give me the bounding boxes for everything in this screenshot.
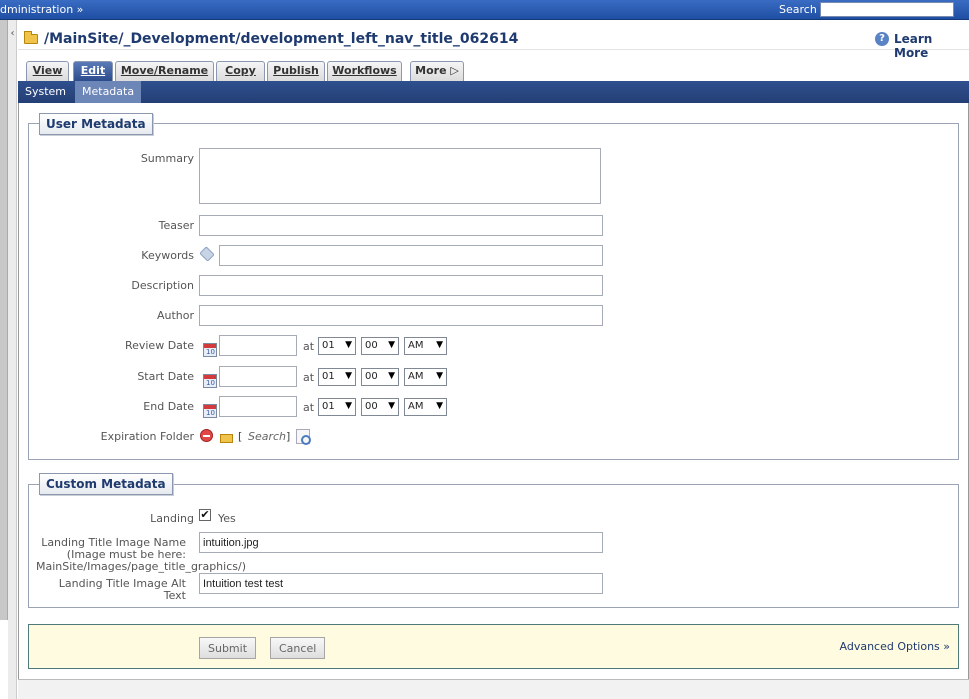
left-scrollbar[interactable] <box>0 20 8 620</box>
tab-view[interactable]: View <box>26 61 69 81</box>
folder-icon[interactable] <box>220 434 233 443</box>
review-date-input[interactable] <box>219 335 297 356</box>
bracket-close: ] <box>286 430 291 443</box>
browse-search-icon[interactable] <box>296 429 311 445</box>
teaser-input[interactable] <box>199 215 603 236</box>
start-ampm-select[interactable]: AM ▼ <box>404 368 447 386</box>
start-date-input[interactable] <box>219 366 297 387</box>
landing-label: Landing <box>150 512 194 525</box>
form-action-bar: Submit Cancel Advanced Options » <box>28 624 959 669</box>
summary-textarea[interactable] <box>199 148 601 204</box>
description-input[interactable] <box>199 275 603 296</box>
left-panel-edge <box>8 20 17 699</box>
bracket-open: [ <box>238 430 243 443</box>
end-hour-select[interactable]: 01 ▼ <box>318 398 356 416</box>
teaser-label: Teaser <box>158 219 194 232</box>
expiration-search-link[interactable]: Search <box>248 430 286 443</box>
search-label: Search <box>779 3 817 16</box>
keywords-label: Keywords <box>141 249 194 262</box>
custom-metadata-legend: Custom Metadata <box>39 473 173 495</box>
end-minute-select[interactable]: 00 ▼ <box>361 398 399 416</box>
start-date-label: Start Date <box>137 370 194 383</box>
start-minute-select[interactable]: 00 ▼ <box>361 368 399 386</box>
start-at-label: at <box>303 371 315 384</box>
asset-path-title: /MainSite/_Development/development_left_… <box>44 31 519 47</box>
learn-more-link[interactable]: Learn More <box>894 32 969 60</box>
landing-image-name-input[interactable] <box>199 532 603 553</box>
collapse-left-icon[interactable]: ‹ <box>8 28 17 39</box>
bottom-status-bar <box>18 679 969 699</box>
image-name-label-line3: MainSite/Images/page_title_graphics/) <box>36 560 246 573</box>
review-calendar-icon[interactable] <box>203 343 217 357</box>
sub-tab-bar: System Metadata <box>18 81 969 103</box>
tab-more[interactable]: More ▷ <box>410 61 464 81</box>
folder-icon <box>24 31 38 44</box>
summary-label: Summary <box>140 152 194 165</box>
review-ampm-select[interactable]: AM ▼ <box>404 337 447 355</box>
keywords-input[interactable] <box>219 245 603 266</box>
review-minute-select[interactable]: 00 ▼ <box>361 337 399 355</box>
landing-yes-label: Yes <box>218 512 236 525</box>
end-date-input[interactable] <box>219 396 297 417</box>
administration-menu[interactable]: dministration » <box>0 3 83 16</box>
start-hour-select[interactable]: 01 ▼ <box>318 368 356 386</box>
alt-text-label-line2: Text <box>163 589 186 602</box>
review-hour-select[interactable]: 01 ▼ <box>318 337 356 355</box>
asset-path-bar: /MainSite/_Development/development_left_… <box>18 22 969 60</box>
expiration-folder-label: Expiration Folder <box>100 430 194 443</box>
search-input[interactable] <box>820 2 954 17</box>
review-at-label: at <box>303 340 315 353</box>
tab-edit[interactable]: Edit <box>73 61 113 81</box>
end-calendar-icon[interactable] <box>203 404 217 418</box>
review-date-label: Review Date <box>124 339 194 352</box>
end-ampm-select[interactable]: AM ▼ <box>404 398 447 416</box>
end-at-label: at <box>303 401 315 414</box>
description-label: Description <box>131 279 194 292</box>
tab-copy[interactable]: Copy <box>216 61 265 81</box>
advanced-options-link[interactable]: Advanced Options » <box>840 640 951 653</box>
author-input[interactable] <box>199 305 603 326</box>
help-icon[interactable]: ? <box>875 32 889 46</box>
author-label: Author <box>156 309 194 322</box>
end-date-label: End Date <box>143 400 194 413</box>
start-calendar-icon[interactable] <box>203 374 217 388</box>
subtab-metadata[interactable]: Metadata <box>75 81 142 103</box>
user-metadata-legend: User Metadata <box>39 113 153 135</box>
remove-icon[interactable] <box>200 429 213 442</box>
tab-workflows[interactable]: Workflows <box>327 61 402 81</box>
tab-move-rename[interactable]: Move/Rename <box>115 61 214 81</box>
submit-button[interactable]: Submit <box>199 637 256 659</box>
admin-topbar: dministration » Search <box>0 0 969 20</box>
tab-publish[interactable]: Publish <box>267 61 325 81</box>
landing-checkbox[interactable]: ✔ <box>199 509 211 521</box>
landing-image-alt-input[interactable] <box>199 573 603 594</box>
cancel-button[interactable]: Cancel <box>270 637 325 659</box>
edit-content: User Metadata Summary Teaser Keywords De… <box>18 103 969 679</box>
subtab-system[interactable]: System <box>18 81 73 103</box>
